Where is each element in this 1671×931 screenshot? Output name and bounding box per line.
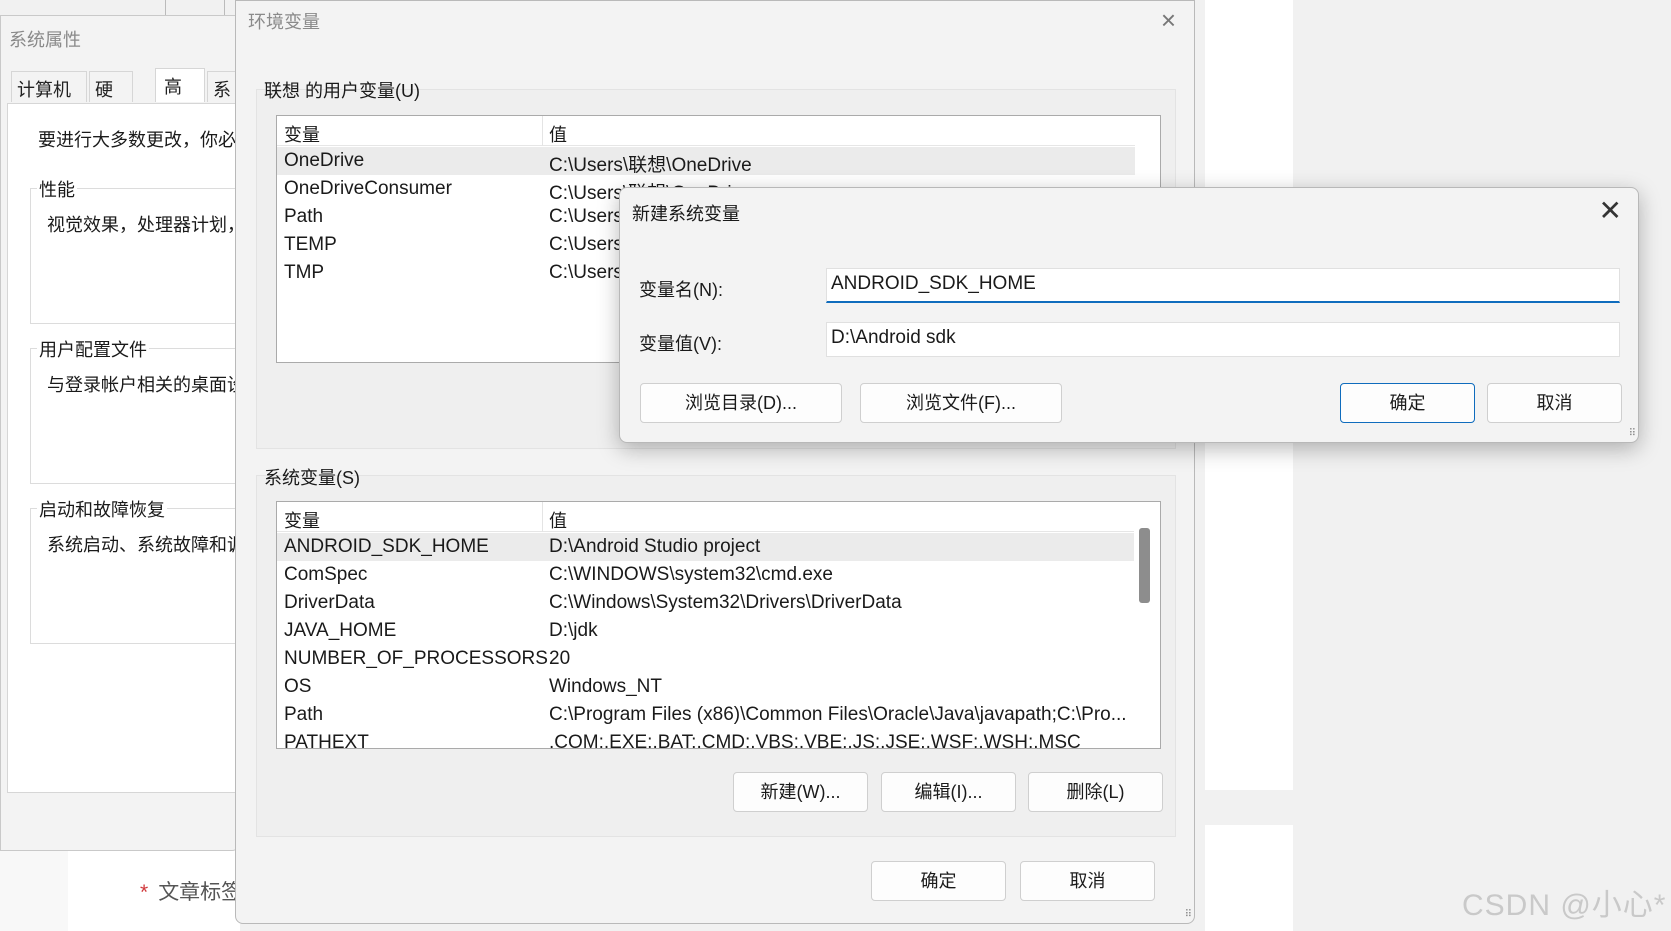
- group-desc: 系统启动、系统故障和调: [47, 535, 240, 555]
- variable-name: TEMP: [284, 234, 337, 255]
- cancel-button[interactable]: 取消: [1487, 383, 1622, 423]
- window-title: 环境变量: [248, 12, 320, 32]
- variable-name: Path: [284, 704, 324, 725]
- user-profiles-group: 用户配置文件 与登录帐户相关的桌面设: [30, 336, 240, 484]
- dialog-title: 新建系统变量: [632, 204, 740, 224]
- variable-value: C:\Program Files (x86)\Common Files\Orac…: [549, 704, 1127, 725]
- user-variables-label: 联想 的用户变量(U): [264, 81, 420, 101]
- table-row[interactable]: Path C:\Program Files (x86)\Common Files…: [277, 701, 1135, 729]
- list-header: 变量 值: [277, 116, 1135, 146]
- variable-value: .COM;.EXE;.BAT;.CMD;.VBS;.VBE;.JS;.JSE;.…: [549, 732, 1081, 749]
- table-row[interactable]: ANDROID_SDK_HOME D:\Android Studio proje…: [277, 533, 1135, 561]
- column-header-value[interactable]: 值: [549, 507, 567, 533]
- variable-name-label: 变量名(N):: [639, 280, 723, 300]
- column-header-variable[interactable]: 变量: [284, 507, 320, 533]
- variable-name-field[interactable]: ANDROID_SDK_HOME: [826, 268, 1620, 303]
- ok-button[interactable]: 确定: [1340, 383, 1475, 423]
- variable-value: D:\jdk: [549, 620, 598, 641]
- performance-group: 性能 视觉效果，处理器计划，: [30, 176, 240, 324]
- cancel-button[interactable]: 取消: [1020, 861, 1155, 901]
- column-header-value[interactable]: 值: [549, 121, 567, 147]
- tab-system-protection[interactable]: 系: [207, 71, 237, 102]
- scrollbar-thumb[interactable]: [1139, 528, 1150, 603]
- article-tag-label: * 文章标签: [140, 876, 242, 906]
- variable-name: ANDROID_SDK_HOME: [284, 536, 489, 557]
- group-desc: 视觉效果，处理器计划，: [47, 215, 240, 235]
- tab-advanced[interactable]: 高级: [155, 68, 205, 123]
- variable-value: C:\WINDOWS\system32\cmd.exe: [549, 564, 833, 585]
- table-row[interactable]: NUMBER_OF_PROCESSORS 20: [277, 645, 1135, 673]
- startup-recovery-group: 启动和故障恢复 系统启动、系统故障和调: [30, 496, 240, 644]
- window-title: 系统属性: [9, 30, 81, 50]
- tab-content: 要进行大多数更改，你必 性能 视觉效果，处理器计划， 用户配置文件 与登录帐户相…: [7, 103, 240, 793]
- variable-name: Path: [284, 206, 324, 227]
- variable-value: C:\Users\: [549, 234, 629, 255]
- variable-name: OneDrive: [284, 150, 365, 171]
- close-icon[interactable]: ✕: [1599, 194, 1622, 227]
- close-icon[interactable]: ×: [1161, 5, 1176, 36]
- new-variable-button[interactable]: 新建(W)...: [733, 772, 868, 812]
- edit-variable-button[interactable]: 编辑(I)...: [881, 772, 1016, 812]
- group-desc: 与登录帐户相关的桌面设: [47, 375, 240, 395]
- variable-name: PATHEXT: [284, 732, 369, 749]
- variable-name: NUMBER_OF_PROCESSORS: [284, 648, 548, 669]
- variable-name: ComSpec: [284, 564, 368, 585]
- browse-file-button[interactable]: 浏览文件(F)...: [860, 383, 1062, 423]
- browse-directory-button[interactable]: 浏览目录(D)...: [640, 383, 842, 423]
- table-row[interactable]: DriverData C:\Windows\System32\Drivers\D…: [277, 589, 1135, 617]
- variable-name: TMP: [284, 262, 325, 283]
- environment-variables-window: 环境变量 × 联想 的用户变量(U) 变量 值 OneDrive C:\User…: [235, 0, 1195, 924]
- variable-value: D:\Android Studio project: [549, 536, 761, 557]
- tab-hardware[interactable]: 硬件: [89, 71, 133, 126]
- article-tag-text: 文章标签: [158, 881, 243, 904]
- variable-name: OS: [284, 676, 312, 697]
- resize-grip-icon[interactable]: ⠿: [1185, 909, 1192, 920]
- table-row[interactable]: PATHEXT .COM;.EXE;.BAT;.CMD;.VBS;.VBE;.J…: [277, 729, 1135, 749]
- group-title: 用户配置文件: [37, 336, 149, 362]
- intro-text: 要进行大多数更改，你必: [38, 130, 236, 150]
- table-row[interactable]: ComSpec C:\WINDOWS\system32\cmd.exe: [277, 561, 1135, 589]
- system-variables-list[interactable]: 变量 值 ANDROID_SDK_HOME D:\Android Studio …: [276, 501, 1161, 749]
- variable-value: C:\Users\联想\OneDrive: [549, 155, 752, 176]
- background-card: [1205, 825, 1293, 931]
- resize-grip-icon[interactable]: ⠿: [1629, 428, 1636, 439]
- table-row[interactable]: OS Windows_NT: [277, 673, 1135, 701]
- variable-value: 20: [549, 648, 571, 669]
- variable-value: C:\Users\: [549, 262, 629, 283]
- watermark: CSDN @小心*: [1462, 889, 1667, 922]
- variable-value: C:\Windows\System32\Drivers\DriverData: [549, 592, 902, 613]
- ok-button[interactable]: 确定: [871, 861, 1006, 901]
- tab-bar: 计算机名 硬件 高级 系: [11, 68, 239, 126]
- group-title: 性能: [37, 176, 77, 202]
- variable-name: OneDriveConsumer: [284, 178, 452, 199]
- new-system-variable-dialog: 新建系统变量 ✕ 变量名(N): ANDROID_SDK_HOME 变量值(V)…: [619, 187, 1639, 443]
- group-title: 启动和故障恢复: [37, 496, 167, 522]
- column-divider: [542, 502, 543, 532]
- table-row[interactable]: JAVA_HOME D:\jdk: [277, 617, 1135, 645]
- column-divider: [542, 116, 543, 146]
- system-variables-label: 系统变量(S): [264, 468, 360, 488]
- list-header: 变量 值: [277, 502, 1135, 532]
- system-properties-window: 系统属性 计算机名 硬件 高级 系 要进行大多数更改，你必 性能 视觉效果，处理…: [0, 15, 240, 851]
- variable-value-field[interactable]: D:\Android sdk: [826, 322, 1620, 357]
- delete-variable-button[interactable]: 删除(L): [1028, 772, 1163, 812]
- required-star: *: [140, 881, 149, 904]
- tab-computer-name[interactable]: 计算机名: [11, 71, 87, 126]
- variable-value-label: 变量值(V):: [639, 334, 722, 354]
- scrollbar[interactable]: [1134, 502, 1160, 748]
- column-header-variable[interactable]: 变量: [284, 121, 320, 147]
- variable-name: DriverData: [284, 592, 375, 613]
- variable-name: JAVA_HOME: [284, 620, 397, 641]
- variable-value: C:\Users\: [549, 206, 629, 227]
- table-row[interactable]: OneDrive C:\Users\联想\OneDrive: [277, 147, 1135, 176]
- variable-value: Windows_NT: [549, 676, 662, 697]
